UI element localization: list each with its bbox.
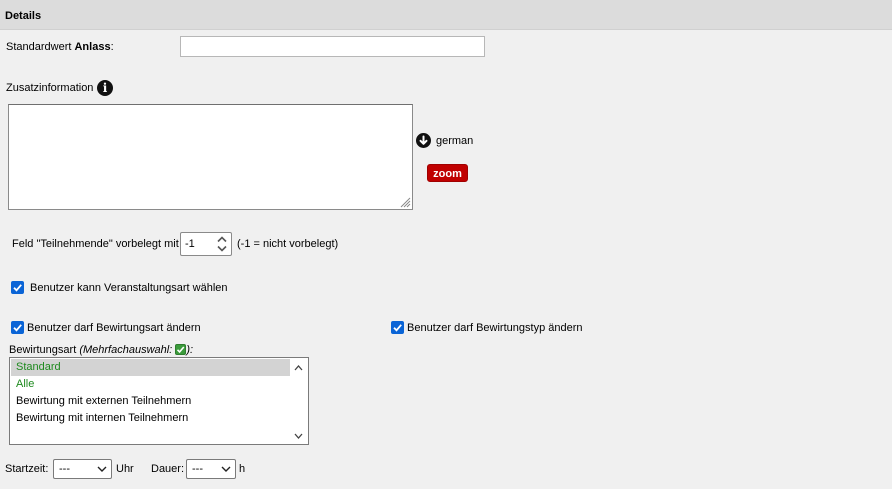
section-title: Details — [5, 10, 42, 22]
scroll-up-icon[interactable] — [290, 361, 307, 375]
teilnehmende-value[interactable]: -1 — [185, 238, 195, 250]
bewirtungsart-checkbox-label[interactable]: Benutzer darf Bewirtungsart ändern — [27, 322, 201, 334]
multiselect-suffix: ): — [186, 344, 194, 356]
list-item-standard[interactable]: Standard — [11, 359, 290, 376]
resize-grip-icon[interactable] — [399, 196, 411, 208]
teilnehmende-stepper[interactable]: -1 — [180, 232, 232, 256]
veranstaltungsart-checkbox[interactable] — [11, 281, 24, 294]
language-label[interactable]: german — [436, 135, 473, 147]
teilnehmende-hint: (-1 = nicht vorbelegt) — [237, 238, 339, 250]
multiselect-check-icon — [175, 344, 187, 355]
chevron-down-icon — [97, 466, 107, 472]
chevron-down-icon — [221, 466, 231, 472]
zusatz-label: Zusatzinformation — [6, 82, 94, 94]
list-item-intern[interactable]: Bewirtung mit internen Teilnehmern — [11, 410, 290, 427]
multiselect-label: (Mehrfachauswahl: — [79, 344, 176, 356]
veranstaltungsart-label[interactable]: Benutzer kann Veranstaltungsart wählen — [30, 282, 228, 294]
info-icon[interactable]: i — [97, 80, 113, 96]
dauer-label: Dauer: — [151, 463, 185, 475]
anlass-label: Standardwert Anlass: — [6, 41, 114, 53]
anlass-input[interactable] — [180, 36, 485, 57]
bewirtungsart-listbox[interactable]: Standard Alle Bewirtung mit externen Tei… — [9, 357, 309, 445]
startzeit-value: --- — [59, 463, 70, 475]
bewirtungstyp-checkbox[interactable] — [391, 321, 404, 334]
teilnehmende-label: Feld "Teilnehmende" vorbelegt mit — [12, 238, 179, 250]
startzeit-label: Startzeit: — [5, 463, 49, 475]
list-item-extern[interactable]: Bewirtung mit externen Teilnehmern — [11, 393, 290, 410]
zusatz-textarea[interactable] — [8, 104, 413, 210]
dauer-select[interactable]: --- — [186, 459, 236, 479]
startzeit-unit: Uhr — [116, 463, 134, 475]
startzeit-select[interactable]: --- — [53, 459, 112, 479]
bewirtungsart-list-label: Bewirtungsart (Mehrfachauswahl: ): — [9, 344, 193, 356]
scroll-down-icon[interactable] — [290, 429, 307, 443]
stepper-arrows-icon[interactable] — [215, 234, 229, 254]
zoom-button[interactable]: zoom — [427, 164, 468, 182]
arrow-down-circle-icon[interactable] — [416, 133, 431, 148]
bewirtungstyp-checkbox-label[interactable]: Benutzer darf Bewirtungstyp ändern — [407, 322, 583, 334]
list-item-alle[interactable]: Alle — [11, 376, 290, 393]
anlass-label-prefix: Standardwert — [6, 41, 75, 53]
section-header: Details — [0, 0, 892, 30]
anlass-label-bold: Anlass — [74, 41, 111, 53]
bewirtungsart-label-text: Bewirtungsart — [9, 344, 80, 356]
listbox-scrollbar[interactable] — [290, 359, 307, 443]
bewirtungsart-checkbox[interactable] — [11, 321, 24, 334]
anlass-label-suffix: : — [110, 41, 114, 53]
dauer-unit: h — [239, 463, 246, 475]
dauer-value: --- — [192, 463, 203, 475]
